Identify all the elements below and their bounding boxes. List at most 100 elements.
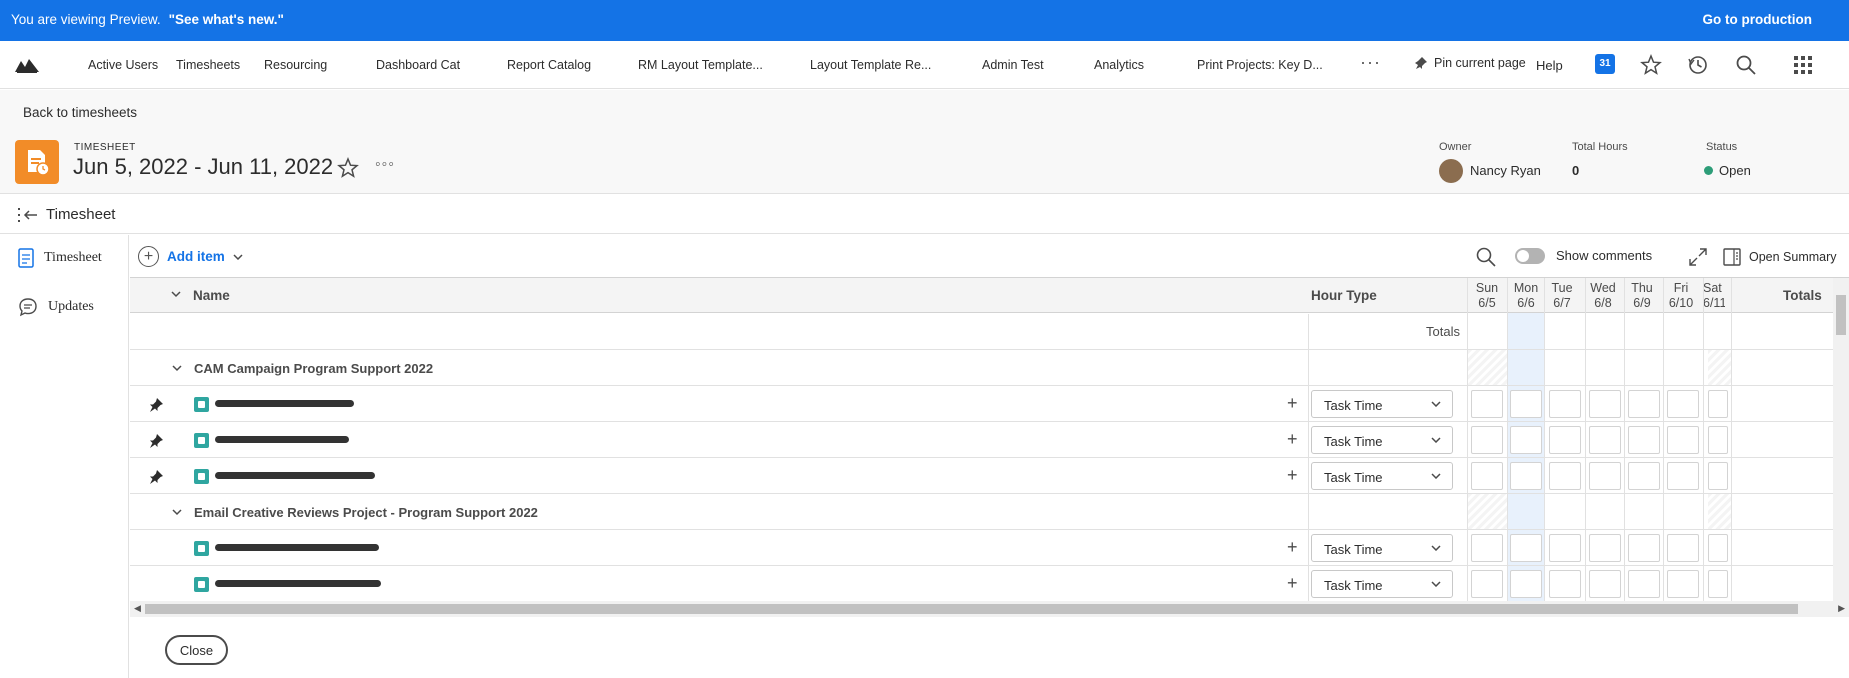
more-actions-button[interactable]: ◦◦◦ — [375, 156, 395, 174]
nav-item-resourcing[interactable]: Resourcing — [264, 58, 327, 72]
add-entry-button[interactable]: + — [1287, 393, 1298, 414]
pin-icon[interactable] — [148, 469, 164, 485]
pin-icon[interactable] — [148, 397, 164, 413]
nav-item-admin-test[interactable]: Admin Test — [982, 58, 1044, 72]
hours-input-fri[interactable] — [1667, 570, 1699, 598]
history-icon[interactable] — [1687, 54, 1709, 76]
pin-icon[interactable] — [148, 433, 164, 449]
collapse-panel-icon[interactable] — [18, 207, 38, 223]
group-title[interactable]: Email Creative Reviews Project - Program… — [194, 505, 538, 520]
open-summary-button[interactable]: Open Summary — [1723, 248, 1837, 266]
grid-search-icon[interactable] — [1475, 246, 1497, 268]
hours-input-sun[interactable] — [1471, 534, 1503, 562]
chevron-down-icon[interactable] — [171, 506, 183, 518]
hour-type-select[interactable]: Task Time — [1311, 426, 1453, 454]
vertical-scroll-thumb[interactable] — [1836, 295, 1846, 335]
hours-input-sat[interactable] — [1708, 570, 1728, 598]
add-entry-button[interactable]: + — [1287, 573, 1298, 594]
hours-input-wed[interactable] — [1589, 570, 1621, 598]
vertical-scrollbar[interactable] — [1833, 278, 1849, 601]
nav-item-timesheets[interactable]: Timesheets — [176, 58, 240, 72]
hours-input-mon[interactable] — [1510, 426, 1542, 454]
search-icon[interactable] — [1735, 54, 1757, 76]
expand-icon[interactable] — [1687, 246, 1709, 268]
hour-type-select[interactable]: Task Time — [1311, 390, 1453, 418]
more-nav-button[interactable]: ··· — [1360, 52, 1381, 73]
star-icon[interactable] — [1640, 54, 1662, 76]
hours-input-fri[interactable] — [1667, 390, 1699, 418]
hours-input-mon[interactable] — [1510, 390, 1542, 418]
hours-input-tue[interactable] — [1549, 570, 1581, 598]
hour-type-select[interactable]: Task Time — [1311, 570, 1453, 598]
hours-input-wed[interactable] — [1589, 462, 1621, 490]
help-link[interactable]: Help — [1536, 58, 1563, 73]
logo-icon[interactable] — [14, 55, 40, 75]
owner-name[interactable]: Nancy Ryan — [1470, 163, 1541, 178]
hours-input-sat[interactable] — [1708, 462, 1728, 490]
nav-item-report-catalog[interactable]: Report Catalog — [507, 58, 591, 72]
hours-input-thu[interactable] — [1628, 570, 1660, 598]
hours-input-sat[interactable] — [1708, 426, 1728, 454]
scroll-left-arrow-icon[interactable]: ◀ — [134, 603, 141, 614]
hours-input-sun[interactable] — [1471, 426, 1503, 454]
add-entry-button[interactable]: + — [1287, 465, 1298, 486]
add-entry-button[interactable]: + — [1287, 429, 1298, 450]
sidenav-item-updates[interactable]: Updates — [18, 297, 94, 317]
hours-input-sun[interactable] — [1471, 570, 1503, 598]
hours-input-thu[interactable] — [1628, 534, 1660, 562]
scroll-right-arrow-icon[interactable]: ▶ — [1838, 603, 1845, 614]
hours-input-fri[interactable] — [1667, 462, 1699, 490]
collapse-all-chevron-icon[interactable] — [170, 288, 182, 300]
hours-input-sun[interactable] — [1471, 390, 1503, 418]
nav-item-analytics[interactable]: Analytics — [1094, 58, 1144, 72]
nav-item-layout-template[interactable]: Layout Template Re... — [810, 58, 931, 72]
hours-input-mon[interactable] — [1510, 570, 1542, 598]
hours-input-wed[interactable] — [1589, 390, 1621, 418]
hours-input-tue[interactable] — [1549, 426, 1581, 454]
chevron-down-icon[interactable] — [171, 362, 183, 374]
hours-input-thu[interactable] — [1628, 462, 1660, 490]
nav-item-dashboard-cat[interactable]: Dashboard Cat — [376, 58, 460, 72]
add-item-button[interactable]: + Add item — [138, 246, 243, 267]
apps-grid-icon[interactable] — [1792, 54, 1814, 76]
hours-input-wed[interactable] — [1589, 534, 1621, 562]
hours-input-thu[interactable] — [1628, 426, 1660, 454]
hours-input-sun[interactable] — [1471, 462, 1503, 490]
go-to-production-link[interactable]: Go to production — [1703, 12, 1812, 27]
hours-input-sat[interactable] — [1708, 534, 1728, 562]
hours-input-tue[interactable] — [1549, 462, 1581, 490]
see-whats-new-link[interactable]: "See what's new." — [169, 12, 284, 27]
back-to-timesheets-link[interactable]: Back to timesheets — [23, 105, 137, 120]
hours-input-wed[interactable] — [1589, 426, 1621, 454]
hours-input-mon[interactable] — [1510, 534, 1542, 562]
close-button[interactable]: Close — [165, 635, 228, 665]
hours-input-mon[interactable] — [1510, 462, 1542, 490]
redacted-task-name[interactable] — [215, 400, 354, 407]
hours-input-fri[interactable] — [1667, 426, 1699, 454]
show-comments-toggle[interactable] — [1515, 248, 1545, 264]
hour-type-select[interactable]: Task Time — [1311, 462, 1453, 490]
horizontal-scrollbar[interactable]: ◀ ▶ — [130, 601, 1849, 617]
sidenav-item-timesheet[interactable]: Timesheet — [18, 248, 102, 268]
name-column-header[interactable]: Name — [193, 288, 230, 303]
redacted-task-name[interactable] — [215, 580, 381, 587]
add-entry-button[interactable]: + — [1287, 537, 1298, 558]
status-badge[interactable]: Open — [1704, 163, 1751, 178]
hours-input-tue[interactable] — [1549, 390, 1581, 418]
pin-current-page-button[interactable]: Pin current page — [1414, 56, 1526, 70]
calendar-icon[interactable]: 31 — [1595, 54, 1615, 74]
hours-input-fri[interactable] — [1667, 534, 1699, 562]
redacted-task-name[interactable] — [215, 472, 375, 479]
hours-input-sat[interactable] — [1708, 390, 1728, 418]
redacted-task-name[interactable] — [215, 436, 349, 443]
hour-type-select[interactable]: Task Time — [1311, 534, 1453, 562]
group-title[interactable]: CAM Campaign Program Support 2022 — [194, 361, 433, 376]
nav-item-active-users[interactable]: Active Users — [88, 58, 158, 72]
favorite-star-icon[interactable] — [337, 157, 359, 179]
redacted-task-name[interactable] — [215, 544, 379, 551]
horizontal-scroll-thumb[interactable] — [145, 604, 1798, 614]
hours-input-tue[interactable] — [1549, 534, 1581, 562]
hours-input-thu[interactable] — [1628, 390, 1660, 418]
nav-item-print-projects[interactable]: Print Projects: Key D... — [1197, 58, 1323, 72]
nav-item-rm-layout-template[interactable]: RM Layout Template... — [638, 58, 763, 72]
